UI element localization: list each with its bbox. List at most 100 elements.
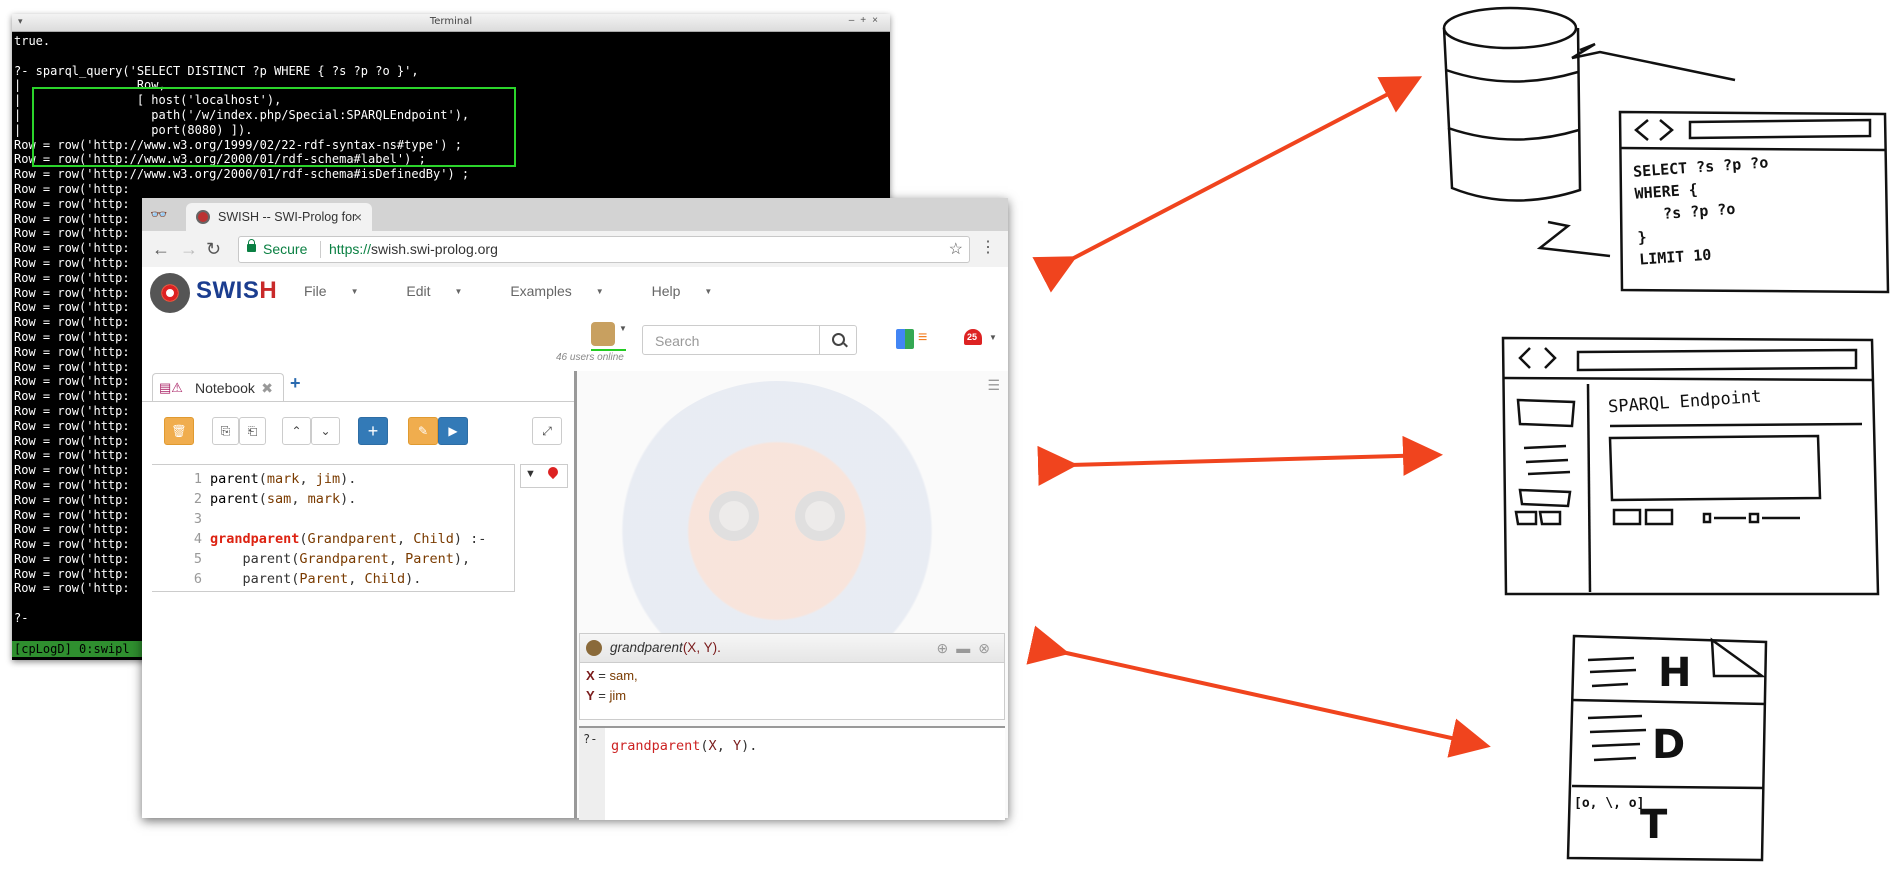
menu-edit-label: Edit	[406, 283, 431, 299]
pane-menu-icon[interactable]: ☰	[987, 377, 1000, 394]
back-icon[interactable]: ←	[152, 239, 170, 260]
browser-tab[interactable]: SWISH -- SWI-Prolog for ×	[186, 203, 372, 231]
add-tab-icon[interactable]: +	[290, 373, 301, 394]
code-token: (	[258, 491, 267, 507]
menu-help[interactable]: Help ▼	[652, 283, 735, 299]
tab-notebook[interactable]: ▤⚠ Notebook ✖	[152, 373, 284, 402]
menu-file-label: File	[304, 283, 327, 299]
notebook-tab-label: Notebook	[195, 380, 255, 396]
code-token: Parent	[299, 571, 349, 587]
code-token: mark	[307, 491, 341, 507]
line-number: 1	[193, 471, 202, 487]
browser-tabbar: 👓 SWISH -- SWI-Prolog for ×	[142, 198, 1008, 231]
forward-icon[interactable]: →	[180, 239, 198, 260]
caret-icon: ▼	[454, 287, 463, 296]
reload-icon[interactable]: ↻	[206, 239, 221, 260]
delete-cell-button[interactable]: 🗑	[164, 417, 194, 445]
swish-menu: File ▼ Edit ▼ Examples ▼ Help ▼	[304, 283, 756, 299]
code-token: ,	[396, 531, 414, 547]
terminal-title: Terminal	[429, 16, 473, 27]
caret-icon: ▼	[595, 287, 604, 296]
doc-letter-d: D	[1652, 722, 1686, 768]
menu-help-label: Help	[651, 283, 681, 299]
code-token: (	[299, 531, 308, 547]
address-bar[interactable]: Secure https://swish.swi-prolog.org ☆	[238, 236, 970, 263]
notebook-close-icon[interactable]: ✖	[261, 374, 273, 402]
url-host: swish.swi-prolog.org	[371, 241, 498, 257]
search-button[interactable]	[819, 325, 857, 355]
query-result-panel: grandparent(X, Y). ⊕▬⊗ X = sam, Y = jim	[579, 633, 1005, 720]
query-controls[interactable]: ⊕▬⊗	[937, 634, 998, 662]
menu-file[interactable]: File ▼	[304, 283, 380, 299]
search-input[interactable]: Search	[642, 325, 820, 355]
query-editor[interactable]: ?- grandparent(X, Y).	[579, 726, 1005, 820]
stackoverflow-icon[interactable]: ≡	[918, 329, 938, 349]
code-token: ,	[348, 571, 365, 587]
code-token: ) :-	[453, 531, 487, 547]
code-line[interactable]: 4 grandparent(Grandparent, Child) :-	[170, 529, 487, 549]
clear-cell-button[interactable]: ✎	[408, 417, 438, 445]
code-token: mark	[266, 471, 300, 487]
browser-toolbar: ← → ↻ Secure https://swish.swi-prolog.or…	[142, 231, 1008, 268]
code-line[interactable]: 2 parent(sam, mark).	[170, 489, 357, 509]
cell-dropdown-icon[interactable]: ▼	[525, 468, 536, 480]
terminal-line: ?- sparql_query('SELECT DISTINCT ?p WHER…	[14, 63, 419, 78]
arrows	[1026, 76, 1491, 758]
query-code-pred: grandparent	[611, 738, 701, 754]
query-code[interactable]: grandparent(X, Y).	[611, 738, 757, 754]
line-number: 4	[193, 531, 202, 547]
tab-close-icon[interactable]: ×	[354, 203, 362, 231]
query-title: grandparent(X, Y).	[610, 634, 721, 662]
code-token: parent(	[210, 571, 300, 587]
swish-navbar: SWISH File ▼ Edit ▼ Examples ▼ Help ▼ ▼ 46 u…	[142, 267, 1008, 371]
insert-cell-button[interactable]: +	[358, 417, 388, 445]
browser-menu-icon[interactable]: ⋮	[980, 237, 996, 257]
code-token: Parent	[405, 551, 454, 567]
swish-logo-icon[interactable]	[150, 273, 190, 313]
caret-icon: ▼	[704, 287, 713, 296]
code-line[interactable]: 3	[170, 509, 210, 529]
secure-label: Secure	[263, 241, 308, 257]
window-controls[interactable]: ‒+×	[849, 15, 884, 26]
url-text: https://swish.swi-prolog.org	[329, 237, 498, 262]
query-prompt: ?-	[583, 732, 598, 746]
code-token: ,	[388, 551, 406, 567]
terminal-line: Row = row('http:	[14, 181, 130, 196]
avatar-caret-icon[interactable]: ▼	[619, 324, 627, 333]
bell-caret-icon[interactable]: ▼	[989, 333, 997, 342]
code-token: Grandparent	[299, 551, 389, 567]
terminal-titlebar[interactable]: ▾ Terminal ‒+×	[12, 14, 890, 32]
code-token: parent(	[210, 551, 300, 567]
code-line[interactable]: 6 parent(Parent, Child).	[170, 569, 422, 589]
answer-var: X	[586, 668, 595, 683]
program-editor[interactable]: 1 parent(mark, jim). 2 parent(sam, mark). 3 4…	[152, 464, 515, 592]
move-up-button[interactable]: ⌃	[282, 417, 311, 445]
code-token: (	[258, 471, 267, 487]
fullscreen-button[interactable]: ⤢	[532, 417, 562, 445]
code-token: Child	[413, 531, 454, 547]
query-code-y: Y	[732, 738, 742, 754]
terminal-line: true.	[14, 34, 51, 48]
owl-eye-left	[709, 491, 759, 541]
gear-icon	[586, 640, 602, 656]
notification-bell-icon[interactable]: 25	[962, 327, 984, 351]
user-avatar[interactable]	[591, 322, 615, 346]
browser-window[interactable]: 👓 SWISH -- SWI-Prolog for × ← → ↻ Secure…	[142, 198, 1008, 820]
bookmark-star-icon[interactable]: ☆	[949, 237, 963, 262]
code-line[interactable]: 5 parent(Grandparent, Parent),	[170, 549, 470, 569]
run-cell-button[interactable]: ▶	[438, 417, 468, 445]
answer-value: jim	[609, 688, 627, 703]
copy-cell-button[interactable]: ⎘	[212, 417, 239, 445]
move-down-button[interactable]: ⌄	[311, 417, 340, 445]
swish-logo-text[interactable]: SWISH	[196, 277, 277, 305]
cell-tools[interactable]: ▼	[520, 464, 568, 488]
answer-row: X = sam,	[586, 668, 638, 683]
paste-cell-button[interactable]: ⎗	[239, 417, 266, 445]
menu-edit[interactable]: Edit ▼	[406, 283, 484, 299]
code-line[interactable]: 1 parent(mark, jim).	[170, 469, 357, 489]
code-token: ,	[291, 491, 308, 507]
menu-examples[interactable]: Examples ▼	[510, 283, 625, 299]
answer-value: sam,	[609, 668, 638, 683]
map-pin-icon[interactable]	[545, 464, 561, 480]
google-icon[interactable]	[896, 329, 914, 349]
